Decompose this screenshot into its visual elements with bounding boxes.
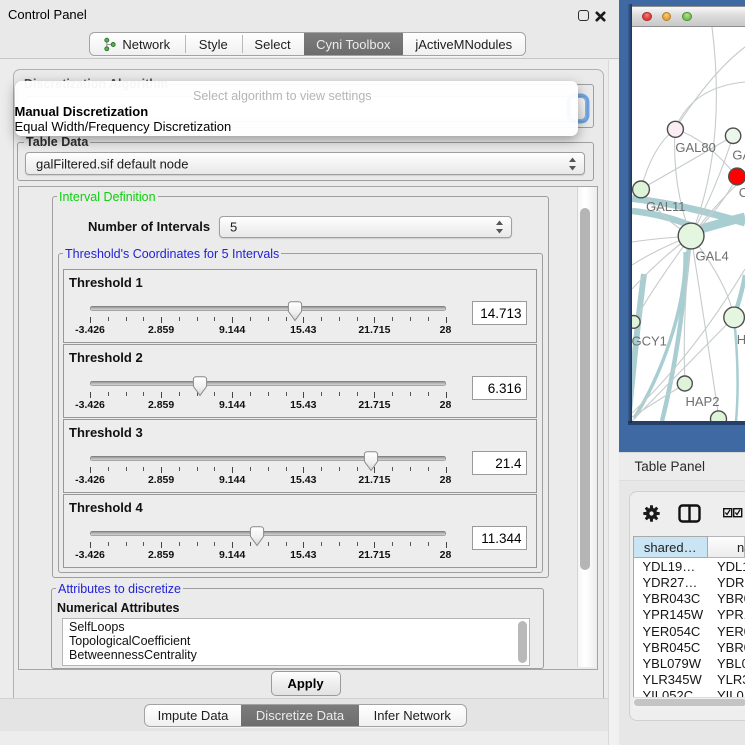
svg-text:CR: CR (739, 185, 745, 200)
svg-text:GAL80: GAL80 (675, 140, 715, 155)
svg-text:GAL11: GAL11 (646, 199, 686, 214)
svg-text:GCY1: GCY1 (632, 334, 667, 349)
svg-text:HA: HA (737, 332, 745, 347)
svg-text:GAL4: GAL4 (696, 249, 729, 264)
svg-text:HAP2: HAP2 (686, 394, 720, 409)
svg-text:GA: GA (732, 148, 745, 163)
